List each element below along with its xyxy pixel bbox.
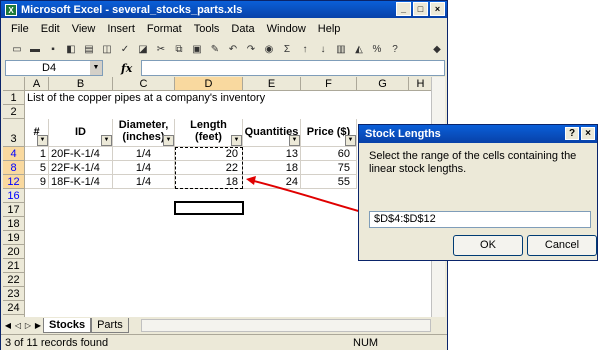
dialog-title: Stock Lengths: [365, 128, 441, 140]
dialog-close-button[interactable]: ×: [581, 127, 595, 140]
dialog-help-button[interactable]: ?: [565, 127, 579, 140]
dialog-prompt: Select the range of the cells containing…: [369, 150, 577, 175]
dialog-title-bar: Stock Lengths ? ×: [359, 125, 597, 143]
cancel-button[interactable]: Cancel: [527, 235, 597, 256]
range-input[interactable]: $D$4:$D$12: [369, 211, 591, 228]
ok-button[interactable]: OK: [453, 235, 523, 256]
stock-lengths-dialog: Stock Lengths ? × Select the range of th…: [358, 124, 598, 261]
annotation-arrowhead: [246, 176, 256, 185]
annotation-arrow: [249, 179, 363, 213]
